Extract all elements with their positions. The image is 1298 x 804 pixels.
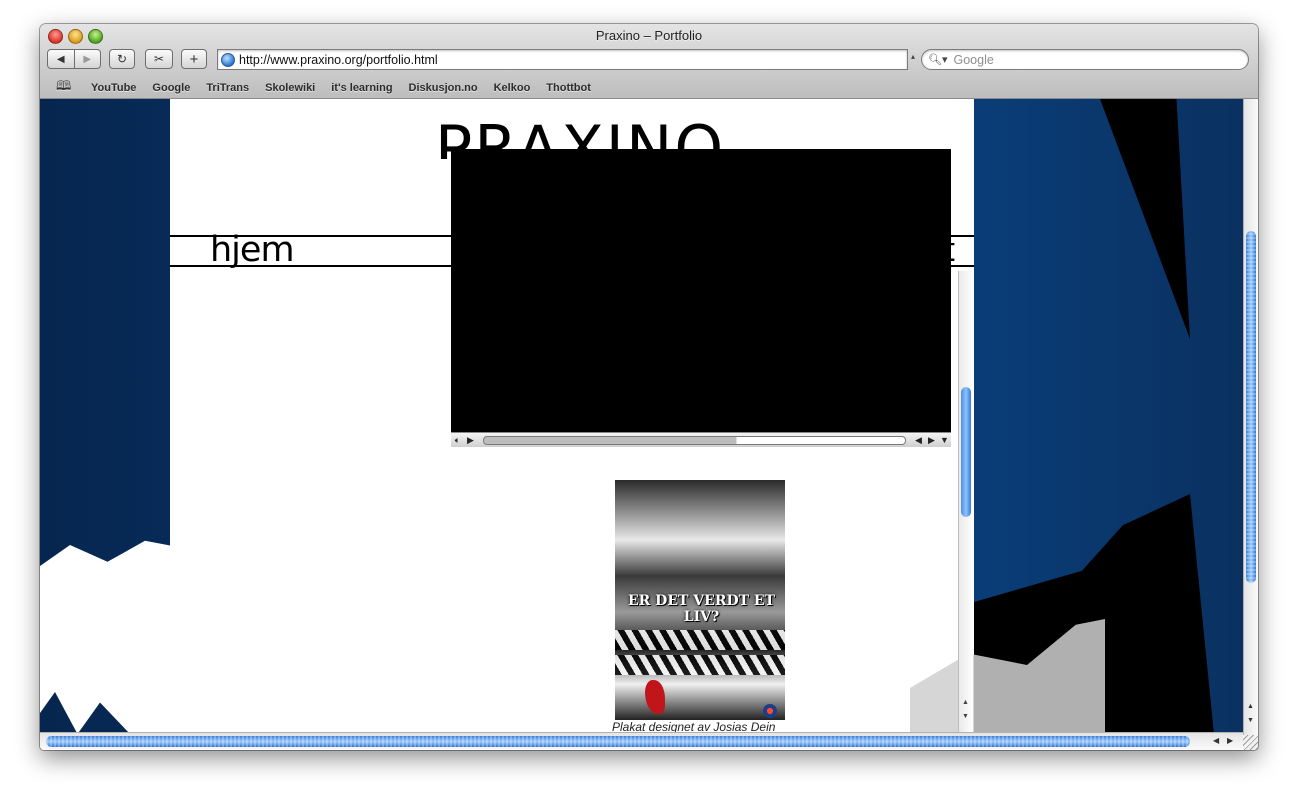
reload-icon: ↻ (116, 52, 128, 66)
globe-icon (221, 52, 235, 67)
scroll-down-arrow-icon[interactable]: ▼ (1247, 717, 1254, 724)
web-content: PRAXINO hjem kontakt ▲ ▼ 🔈︎ ▶ ◀ ▶ ▼ (40, 99, 1243, 732)
poster-caption: Plakat designet av Josias Dein (612, 720, 776, 732)
search-input[interactable]: 🔍︎▾ Google (921, 49, 1249, 70)
bookmark-thottbot[interactable]: Thottbot (546, 82, 591, 94)
bookmark-google[interactable]: Google (152, 82, 190, 94)
step-forward-icon[interactable]: ▶ (925, 435, 938, 446)
add-bookmark-button[interactable]: + (181, 49, 207, 69)
snapback-icon[interactable]: ▴ (908, 52, 918, 66)
search-placeholder: Google (953, 52, 994, 67)
poster-title: ER DET VERDT ET LIV? (628, 593, 775, 625)
play-icon[interactable]: ▶ (464, 435, 477, 446)
window-title: Praxino – Portfolio (595, 28, 703, 43)
search-icon: 🔍︎▾ (928, 54, 948, 66)
step-back-icon[interactable]: ◀ (912, 435, 925, 446)
bookmark-diskusjon[interactable]: Diskusjon.no (409, 82, 478, 94)
bookmark-tritrans[interactable]: TriTrans (206, 82, 249, 94)
browser-window: Praxino – Portfolio ◀ ▶ ↻ ✂ + http://www… (40, 24, 1258, 750)
content-scroll-thumb[interactable] (961, 387, 971, 517)
bookmark-its-learning[interactable]: it's learning (331, 82, 392, 94)
video-progress-track[interactable] (483, 435, 906, 445)
back-button[interactable]: ◀ (47, 49, 75, 69)
window-horizontal-scrollbar[interactable]: ◀ ▶ (40, 732, 1243, 750)
forward-button[interactable]: ▶ (74, 49, 101, 69)
poster-image[interactable]: ER DET VERDT ET LIV? (615, 480, 785, 720)
scissors-icon: ✂ (153, 52, 165, 66)
menu-chevron-icon[interactable]: ▼ (938, 435, 951, 445)
bookmark-youtube[interactable]: YouTube (91, 82, 136, 94)
bookmarks-bar: 🕮 YouTube Google TriTrans Skolewiki it's… (40, 78, 1258, 98)
decorative-splash (40, 540, 190, 732)
video-player[interactable]: 🔈︎ ▶ ◀ ▶ ▼ (451, 149, 951, 447)
window-vertical-scrollbar[interactable]: ▲ ▼ (1243, 99, 1258, 735)
page-panel: PRAXINO hjem kontakt ▲ ▼ 🔈︎ ▶ ◀ ▶ ▼ (170, 99, 1105, 732)
horizontal-scroll-thumb[interactable] (46, 736, 1190, 747)
plus-icon: + (189, 50, 199, 68)
resize-grip[interactable] (1243, 735, 1258, 750)
content-scrollbar[interactable]: ▲ ▼ (958, 271, 973, 732)
tire-track (615, 630, 785, 650)
blood-splatter (645, 680, 665, 714)
reload-button[interactable]: ↻ (109, 49, 135, 69)
scroll-right-arrow-icon[interactable]: ▶ (1227, 736, 1233, 745)
bookmark-skolewiki[interactable]: Skolewiki (265, 82, 315, 94)
address-bar[interactable]: http://www.praxino.org/portfolio.html (217, 49, 908, 70)
vertical-scroll-thumb[interactable] (1246, 231, 1256, 583)
poster-logo (763, 704, 777, 718)
volume-icon[interactable]: 🔈︎ (451, 435, 464, 446)
forward-arrow-icon: ▶ (83, 53, 92, 65)
titlebar: Praxino – Portfolio ◀ ▶ ↻ ✂ + http://www… (40, 24, 1258, 99)
scroll-up-arrow-icon[interactable]: ▲ (1247, 703, 1254, 710)
back-arrow-icon: ◀ (56, 53, 65, 65)
video-controls: 🔈︎ ▶ ◀ ▶ ▼ (451, 432, 951, 447)
snippet-button[interactable]: ✂ (145, 49, 173, 69)
scroll-left-arrow-icon[interactable]: ◀ (1213, 736, 1219, 745)
tire-track (615, 655, 785, 675)
bookmark-kelkoo[interactable]: Kelkoo (494, 82, 531, 94)
url-text: http://www.praxino.org/portfolio.html (239, 52, 438, 67)
nav-home-link[interactable]: hjem (210, 230, 295, 270)
scroll-down-arrow-icon[interactable]: ▼ (962, 713, 969, 720)
back-forward-control: ◀ ▶ (47, 49, 101, 69)
book-icon[interactable]: 🕮 (56, 77, 74, 99)
scroll-up-arrow-icon[interactable]: ▲ (962, 699, 969, 706)
